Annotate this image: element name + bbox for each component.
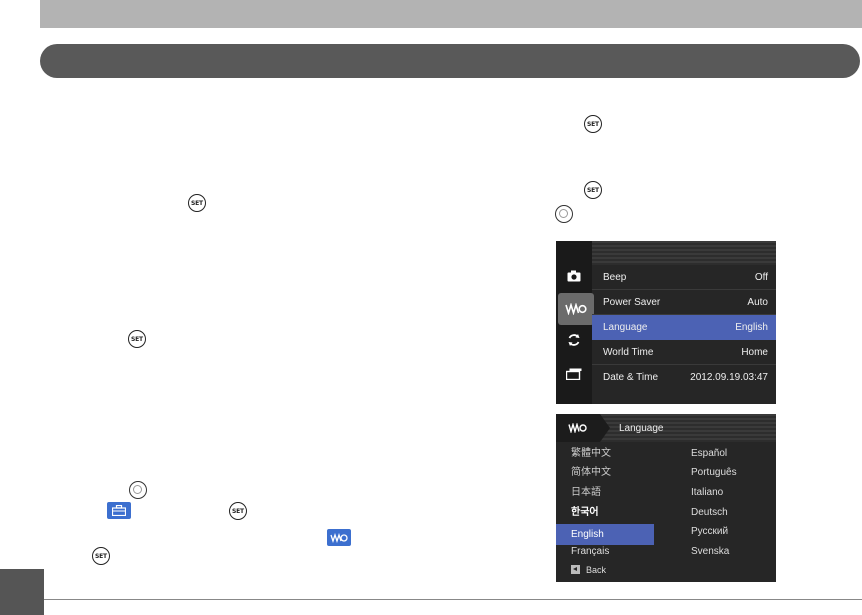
menu-row-language[interactable]: Language English bbox=[592, 315, 776, 340]
language-option[interactable]: 日本語 bbox=[571, 486, 601, 500]
language-option[interactable]: 繁體中文 bbox=[571, 447, 611, 461]
set-button-icon: SET bbox=[92, 547, 110, 565]
set-button-icon: SET bbox=[188, 194, 206, 212]
menu-row-date-time[interactable]: Date & Time 2012.09.19.03:47 bbox=[592, 365, 776, 390]
wrench-setup-icon bbox=[556, 414, 600, 442]
back-arrow-icon[interactable] bbox=[571, 565, 580, 574]
language-option[interactable]: Русский bbox=[691, 525, 728, 539]
set-button-icon: SET bbox=[229, 502, 247, 520]
menu-row-label: Date & Time bbox=[603, 372, 659, 383]
toolbox-icon bbox=[107, 502, 131, 519]
menu-row-value: Home bbox=[741, 346, 768, 358]
back-label[interactable]: Back bbox=[586, 563, 606, 577]
header-bar bbox=[40, 0, 862, 28]
language-option[interactable]: 简体中文 bbox=[571, 466, 611, 480]
menu-title: Language bbox=[619, 422, 664, 434]
set-button-icon: SET bbox=[128, 330, 146, 348]
page-tab bbox=[0, 569, 44, 615]
dial-ring-icon bbox=[555, 205, 573, 223]
language-option[interactable]: Português bbox=[691, 466, 737, 480]
language-option[interactable]: Français bbox=[571, 545, 609, 559]
breadcrumb-chevron bbox=[600, 414, 610, 442]
camera-icon[interactable] bbox=[564, 269, 584, 283]
section-title-bar bbox=[40, 44, 860, 78]
menu-row-world-time[interactable]: World Time Home bbox=[592, 340, 776, 365]
wrench-setup-icon bbox=[327, 529, 351, 546]
set-button-icon: SET bbox=[584, 115, 602, 133]
dial-ring-icon bbox=[129, 481, 147, 499]
language-option[interactable]: Svenska bbox=[691, 545, 729, 559]
menu-row-value: Off bbox=[754, 271, 768, 283]
refresh-icon[interactable] bbox=[564, 333, 584, 347]
menu-row-value: English bbox=[735, 322, 768, 333]
menu-row-value: Auto bbox=[747, 296, 768, 308]
language-option-selected[interactable]: English bbox=[571, 528, 604, 542]
language-option[interactable]: Deutsch bbox=[691, 506, 728, 520]
menu-row-value: 2012.09.19.03:47 bbox=[690, 372, 768, 383]
menu-row-label: Power Saver bbox=[603, 296, 661, 308]
language-menu-screen: Language 繁體中文 简体中文 日本語 한국어 English Franç… bbox=[556, 414, 776, 582]
language-option[interactable]: 한국어 bbox=[571, 506, 599, 520]
footer-divider bbox=[44, 599, 862, 600]
folder-icon[interactable] bbox=[564, 367, 584, 381]
language-option[interactable]: Italiano bbox=[691, 486, 723, 500]
menu-row-beep[interactable]: Beep Off bbox=[592, 265, 776, 290]
language-option[interactable]: Español bbox=[691, 447, 727, 461]
menu-header bbox=[592, 241, 776, 265]
set-button-icon: SET bbox=[584, 181, 602, 199]
menu-row-label: Beep bbox=[603, 271, 627, 283]
setup-menu-screen: Beep Off Power Saver Auto Language English … bbox=[556, 241, 776, 404]
wrench-setup-icon[interactable] bbox=[558, 293, 594, 325]
menu-row-label: World Time bbox=[603, 346, 654, 358]
menu-row-label: Language bbox=[603, 322, 648, 333]
menu-row-power-saver[interactable]: Power Saver Auto bbox=[592, 290, 776, 315]
